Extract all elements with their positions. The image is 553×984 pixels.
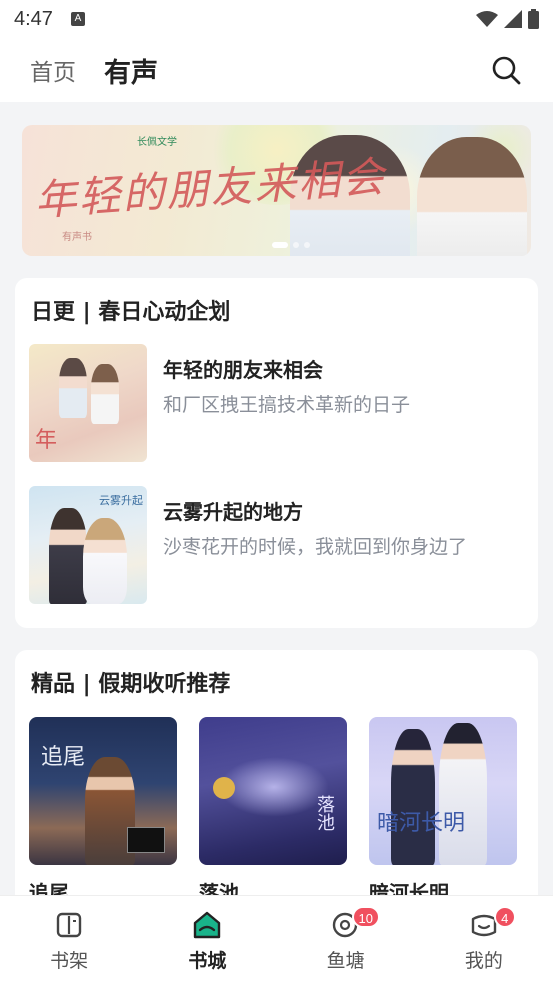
bookshelf-icon [54, 910, 84, 940]
signal-icon [504, 10, 522, 28]
notification-app-icon: A [70, 12, 85, 26]
search-icon [492, 56, 521, 85]
banner-subtitle: 有声书 [62, 232, 92, 243]
tab-audio[interactable]: 有声 [104, 51, 158, 90]
nav-label: 我的 [464, 950, 503, 972]
book-cover: 年 [29, 344, 147, 462]
section-title: 精品 | 假期收听推荐 [31, 672, 231, 697]
battery-icon [528, 9, 539, 29]
book-title: 年轻的朋友来相会 [163, 358, 323, 382]
daily-section-card: 日更 | 春日心动企划 年 年轻的朋友来相会 和厂区拽王搞技术革新的日子 云雾升… [15, 278, 538, 628]
status-time: 4:47 [14, 7, 53, 30]
banner-character-right [417, 137, 527, 256]
book-description: 和厂区拽王搞技术革新的日子 [163, 394, 411, 416]
section-title: 日更 | 春日心动企划 [31, 300, 231, 325]
book-cover: 云雾升起 [29, 486, 147, 604]
pagination-dot-active [272, 242, 288, 248]
list-item[interactable]: 年 年轻的朋友来相会 和厂区拽王搞技术革新的日子 [29, 344, 519, 464]
book-title: 云雾升起的地方 [163, 500, 303, 524]
status-bar: 4:47 A [0, 0, 553, 38]
grid-book-item[interactable]: 落池 落池 [199, 717, 347, 906]
banner-pagination [272, 242, 310, 248]
cover-text: 暗河长明 [377, 811, 466, 836]
notification-badge: 4 [493, 906, 516, 928]
grid-book-item[interactable]: 暗河长明 暗河长明 [369, 717, 517, 906]
book-cover: 暗河长明 [369, 717, 517, 865]
nav-item-bookshelf[interactable]: 书架 [0, 896, 138, 984]
notification-badge: 10 [351, 906, 380, 928]
search-button[interactable] [489, 53, 523, 87]
nav-label: 书架 [50, 950, 89, 972]
status-indicators [476, 9, 539, 29]
nav-label: 书城 [188, 950, 227, 972]
cover-text: 追尾 [41, 745, 86, 770]
book-cover: 追尾 [29, 717, 177, 865]
book-description: 沙枣花开的时候，我就回到你身边了 [163, 536, 468, 558]
pagination-dot [293, 242, 299, 248]
wifi-icon [476, 11, 498, 27]
nav-label: 鱼塘 [326, 950, 365, 972]
tab-home[interactable]: 首页 [30, 53, 76, 87]
bottom-navigation: 书架 书城 10 鱼塘 4 我的 [0, 895, 553, 984]
grid-book-item[interactable]: 追尾 追尾 [29, 717, 177, 906]
top-header: 首页 有声 [0, 38, 553, 102]
list-item[interactable]: 云雾升起 云雾升起的地方 沙枣花开的时候，我就回到你身边了 [29, 486, 519, 606]
book-cover: 落池 [199, 717, 347, 865]
bookstore-icon [192, 910, 222, 940]
premium-section-card: 精品 | 假期收听推荐 追尾 追尾 落池 落池 暗河长明 暗河长明 [15, 650, 538, 910]
nav-item-bookstore[interactable]: 书城 [138, 896, 276, 984]
promo-banner[interactable]: 长佩文学 年轻的朋友来相会 有声书 [22, 125, 531, 256]
nav-item-profile[interactable]: 4 我的 [415, 896, 553, 984]
nav-item-fishpond[interactable]: 10 鱼塘 [277, 896, 415, 984]
cover-text: 落池 [314, 795, 335, 831]
pagination-dot [304, 242, 310, 248]
banner-logo-text: 长佩文学 [137, 137, 177, 148]
